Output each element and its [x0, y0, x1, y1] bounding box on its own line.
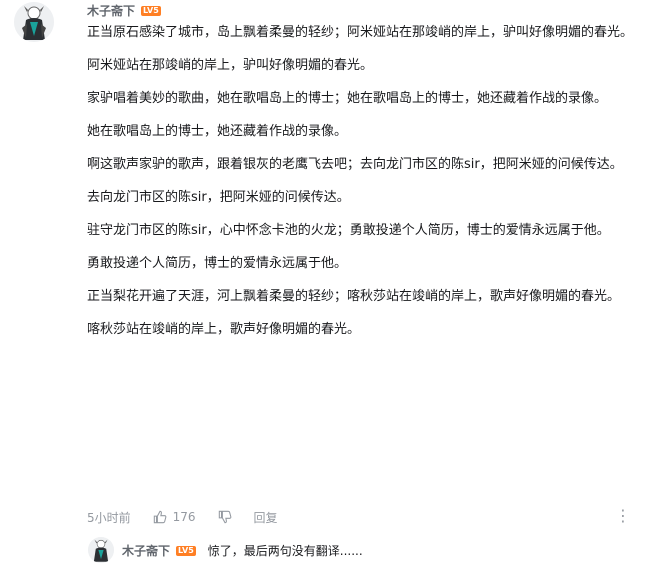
- comment-paragraph: 阿米娅站在那竣峭的岸上，驴叫好像明媚的春光。: [87, 58, 374, 73]
- sub-reply-avatar[interactable]: [88, 537, 114, 563]
- comment-paragraph: 驻守龙门市区的陈sir，心中怀念卡池的火龙；勇敢投递个人简历，博士的爱情永远属于…: [87, 223, 610, 238]
- level-badge: LV5: [176, 545, 196, 556]
- comment-paragraph: 家驴唱着美妙的歌曲，她在歌唱岛上的博士；她在歌唱岛上的博士，她还藏着作战的录像。: [87, 91, 608, 106]
- comment-paragraph: 啊这歌声家驴的歌声，跟着银灰的老鹰飞去吧；去向龙门市区的陈sir，把阿米娅的问候…: [87, 157, 623, 172]
- comment-body: 正当原石感染了城市，岛上飘着柔曼的轻纱；阿米娅站在那竣峭的岸上，驴叫好像明媚的春…: [87, 22, 647, 352]
- comment-meta: 5小时前 176 回复 ⋮: [87, 507, 647, 527]
- like-count: 176: [172, 510, 196, 524]
- reply-button[interactable]: 回复: [254, 509, 278, 526]
- comment-paragraph: 正当梨花开遍了天涯，河上飘着柔曼的轻纱；喀秋莎站在竣峭的岸上，歌声好像明媚的春光…: [87, 289, 621, 304]
- comment-paragraph: 喀秋莎站在竣峭的岸上，歌声好像明媚的春光。: [87, 322, 361, 337]
- thumbs-up-icon: [153, 510, 167, 524]
- sub-reply-text: 惊了，最后两句没有翻译......: [207, 544, 363, 558]
- timestamp: 5小时前: [87, 510, 131, 525]
- more-options-icon[interactable]: ⋮: [615, 507, 631, 525]
- like-button[interactable]: 176: [153, 510, 196, 524]
- avatar-image: [14, 2, 54, 42]
- thumbs-down-icon: [218, 510, 231, 524]
- comment-paragraph: 正当原石感染了城市，岛上飘着柔曼的轻纱；阿米娅站在那竣峭的岸上，驴叫好像明媚的春…: [87, 25, 634, 40]
- sub-reply-username[interactable]: 木子斋下: [122, 542, 170, 559]
- level-badge: LV5: [141, 5, 161, 16]
- comment-paragraph: 勇敢投递个人简历，博士的爱情永远属于他。: [87, 256, 348, 271]
- username[interactable]: 木子斋下: [87, 2, 135, 19]
- avatar-image: [88, 537, 114, 563]
- avatar[interactable]: [14, 2, 54, 42]
- comment-paragraph: 她在歌唱岛上的博士，她还藏着作战的录像。: [87, 124, 348, 139]
- sub-reply: 木子斋下 LV5 惊了，最后两句没有翻译......: [122, 542, 363, 559]
- comment-paragraph: 去向龙门市区的陈sir，把阿米娅的问候传达。: [87, 190, 350, 205]
- comment-author: 木子斋下 LV5: [87, 2, 161, 19]
- dislike-button[interactable]: [218, 510, 232, 524]
